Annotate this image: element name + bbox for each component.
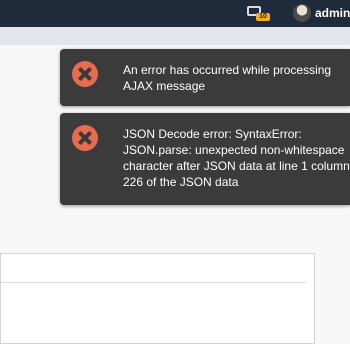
error-toast[interactable]: An error has occurred while processing A… (60, 49, 350, 106)
avatar[interactable] (293, 4, 311, 22)
notification-count-badge: 10 (256, 13, 270, 21)
toast-message: An error has occurred while processing A… (123, 63, 332, 93)
notifications-button[interactable]: 10 (246, 5, 270, 23)
error-toast[interactable]: JSON Decode error: SyntaxError: JSON.par… (60, 113, 350, 205)
error-close-icon (72, 125, 98, 151)
page-header-bar (0, 27, 350, 45)
card-divider (1, 282, 306, 283)
content-card (0, 253, 315, 344)
user-menu-name[interactable]: admin (315, 6, 350, 20)
toast-message: JSON Decode error: SyntaxError: JSON.par… (123, 127, 350, 189)
error-close-icon (72, 61, 98, 87)
top-navbar: 10 admin (0, 0, 350, 27)
